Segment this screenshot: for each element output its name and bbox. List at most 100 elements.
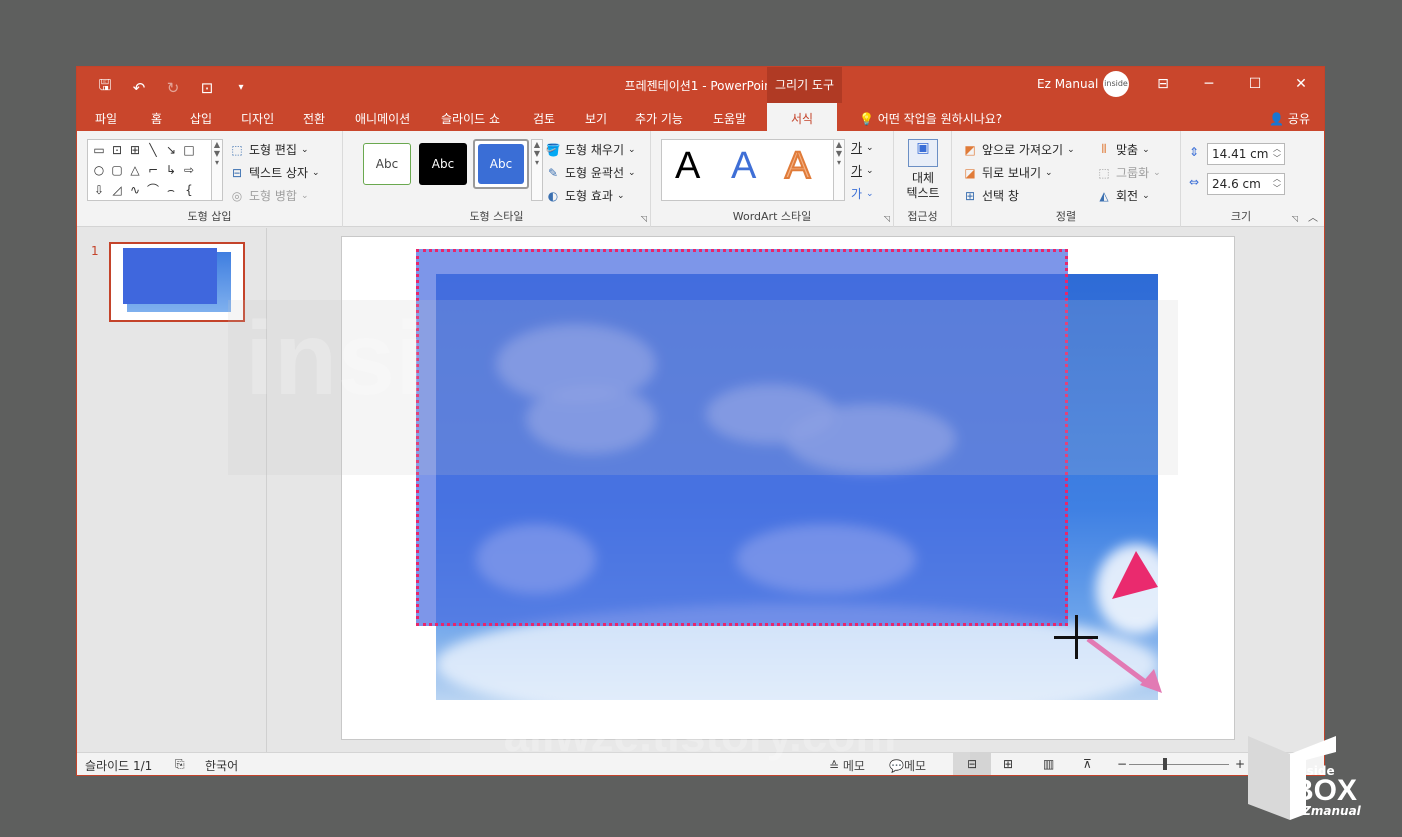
close-icon[interactable]: ✕ [1278, 67, 1324, 103]
collapse-ribbon-icon[interactable]: ︿ [1308, 209, 1318, 224]
save-icon[interactable]: 🖫 [95, 75, 115, 100]
arrow-line-shape-icon[interactable]: ↘ [162, 140, 180, 160]
language-indicator[interactable]: 한국어 [205, 757, 238, 774]
height-icon: ⇕ [1189, 145, 1200, 159]
window-controls: ⊟ ─ ☐ ✕ [1140, 67, 1324, 103]
merge-shapes-icon: ◎ [231, 188, 243, 203]
rectangle-shape-icon[interactable]: □ [180, 140, 198, 160]
slideshow-view-icon[interactable]: ⊼ [1083, 757, 1092, 771]
tell-me-search[interactable]: 💡 어떤 작업을 원하시나요? [859, 110, 1002, 127]
shape-style-green-outline[interactable]: Abc [363, 143, 411, 185]
triangle-shape-icon[interactable]: △ [126, 160, 144, 180]
zoom-in-icon[interactable]: + [1235, 757, 1245, 771]
shape-width-input[interactable]: 24.6 cm ︿ ﹀ [1207, 173, 1285, 195]
group-label-accessibility: 접근성 [907, 210, 938, 223]
alt-text-button[interactable]: 대체 텍스트 [894, 171, 952, 201]
tab-format[interactable]: 서식 [767, 103, 838, 131]
group-label-size: 크기 [1230, 210, 1252, 223]
tab-addins[interactable]: 추가 기능 [635, 110, 683, 127]
bring-forward-icon: ◩ [964, 142, 976, 157]
shape-fill-button[interactable]: 🪣 도형 채우기 ⌄ [545, 141, 636, 158]
group-button[interactable]: ⬚ 그룹화 ⌄ [1096, 164, 1160, 181]
group-accessibility: ▣ 대체 텍스트 접근성 [894, 131, 952, 227]
tab-transitions[interactable]: 전환 [303, 110, 325, 127]
shape-effects-button[interactable]: ◐ 도형 효과 ⌄ [545, 187, 625, 204]
zoom-slider[interactable] [1129, 764, 1229, 765]
wordart-style-black[interactable]: A [675, 145, 700, 188]
group-label-insert-shapes: 도형 삽입 [187, 210, 232, 223]
text-fill-button[interactable]: 가 ⌄ [851, 139, 874, 156]
slide-thumbnail[interactable] [109, 242, 245, 322]
shape-styles-launcher-icon[interactable]: ◹ [641, 214, 647, 223]
align-icon: ⫴ [1101, 142, 1107, 156]
size-launcher-icon[interactable]: ◹ [1292, 214, 1298, 223]
wave-shape-icon[interactable]: ⌢ [162, 180, 180, 200]
start-slideshow-icon[interactable]: ⊡ [197, 79, 217, 97]
textbox-shape-icon[interactable]: ⊡ [108, 140, 126, 160]
align-button[interactable]: ⫴ 맞춤 ⌄ [1096, 141, 1149, 158]
pentagon-shape-icon[interactable]: ▭ [90, 140, 108, 160]
drawing-tools-label: 그리기 도구 [767, 67, 842, 103]
tell-me-text: 어떤 작업을 원하시나요? [877, 112, 1003, 126]
curve-shape-icon[interactable]: ∿ [126, 180, 144, 200]
arc-shape-icon[interactable]: ⌒ [144, 180, 162, 200]
shape-style-selected-frame[interactable]: Abc [473, 139, 529, 189]
shapes-gallery-scroll[interactable]: ▲ ▼ ▾ [211, 139, 223, 201]
shape-height-input[interactable]: 14.41 cm ︿ ﹀ [1207, 143, 1285, 165]
customize-qat-icon[interactable]: ▾ [231, 82, 251, 93]
zoom-out-icon[interactable]: − [1117, 757, 1127, 771]
avatar[interactable]: inside [1103, 71, 1129, 97]
slide-sorter-icon[interactable]: ⊞ [1003, 757, 1013, 771]
selection-pane-button[interactable]: ⊞ 선택 창 [962, 187, 1019, 204]
shape-style-black-fill[interactable]: Abc [419, 143, 467, 185]
shapes-gallery[interactable]: ▭ ⊡ ⊞ ╲ ↘ □ ○ ▢ △ ⌐ ↳ ⇨ ⇩ ◿ ∿ ⌒ ⌢ { [87, 139, 213, 201]
rounded-rect-shape-icon[interactable]: ▢ [108, 160, 126, 180]
vertical-textbox-shape-icon[interactable]: ⊞ [126, 140, 144, 160]
connector-shape-icon[interactable]: ⌐ [144, 160, 162, 180]
text-box-button[interactable]: ⊟ 텍스트 상자 ⌄ [229, 164, 320, 181]
zoom-slider-thumb[interactable] [1163, 758, 1167, 770]
tab-insert[interactable]: 삽입 [190, 110, 212, 127]
tab-slideshow[interactable]: 슬라이드 쇼 [441, 110, 500, 127]
shape-outline-button[interactable]: ✎ 도형 윤곽선 ⌄ [545, 164, 636, 181]
tab-home[interactable]: 홈 [151, 110, 162, 127]
tab-help[interactable]: 도움말 [713, 110, 746, 127]
bring-forward-button[interactable]: ◩ 앞으로 가져오기 ⌄ [962, 141, 1074, 158]
arrow-shape-icon[interactable]: ⇨ [180, 160, 198, 180]
rotate-button[interactable]: ◭ 회전 ⌄ [1096, 187, 1149, 204]
shape-styles-scroll[interactable]: ▲ ▼ ▾ [531, 139, 543, 201]
tab-animations[interactable]: 애니메이션 [355, 110, 410, 127]
wordart-style-blue[interactable]: A [731, 145, 756, 188]
tab-file[interactable]: 파일 [95, 110, 117, 127]
text-effects-button[interactable]: 가 ⌄ [851, 185, 874, 202]
freeform-shape-icon[interactable]: ◿ [108, 180, 126, 200]
ribbon-display-icon[interactable]: ⊟ [1140, 67, 1186, 103]
elbow-connector-shape-icon[interactable]: ↳ [162, 160, 180, 180]
maximize-icon[interactable]: ☐ [1232, 67, 1278, 103]
merge-shapes-button[interactable]: ◎ 도형 병합 ⌄ [229, 187, 309, 204]
share-button[interactable]: 👤 공유 [1269, 110, 1310, 127]
shape-style-blue-fill: Abc [478, 144, 524, 184]
tab-view[interactable]: 보기 [585, 110, 607, 127]
wordart-scroll[interactable]: ▲ ▼ ▾ [833, 139, 845, 201]
redo-icon[interactable]: ↻ [163, 79, 183, 97]
minimize-icon[interactable]: ─ [1186, 67, 1232, 103]
line-shape-icon[interactable]: ╲ [144, 140, 162, 160]
height-spinner-icon[interactable]: ︿ ﹀ [1273, 144, 1281, 164]
tab-design[interactable]: 디자인 [241, 110, 274, 127]
text-outline-button[interactable]: 가 ⌄ [851, 162, 874, 179]
down-arrow-shape-icon[interactable]: ⇩ [90, 180, 108, 200]
brace-shape-icon[interactable]: { [180, 180, 198, 200]
width-spinner-icon[interactable]: ︿ ﹀ [1273, 174, 1281, 194]
edit-shape-button[interactable]: ⬚ 도형 편집 ⌄ [229, 141, 308, 158]
wordart-style-orange[interactable]: A [784, 144, 811, 188]
account-name[interactable]: Ez Manual [1037, 77, 1098, 91]
alt-text-icon[interactable]: ▣ [908, 139, 938, 167]
tab-review[interactable]: 검토 [533, 110, 555, 127]
send-backward-button[interactable]: ◪ 뒤로 보내기 ⌄ [962, 164, 1052, 181]
wordart-launcher-icon[interactable]: ◹ [884, 214, 890, 223]
oval-shape-icon[interactable]: ○ [90, 160, 108, 180]
undo-icon[interactable]: ↶ [129, 79, 149, 97]
spelling-check-icon[interactable]: ⎘ [175, 757, 185, 772]
reading-view-icon[interactable]: ▥ [1043, 757, 1054, 771]
